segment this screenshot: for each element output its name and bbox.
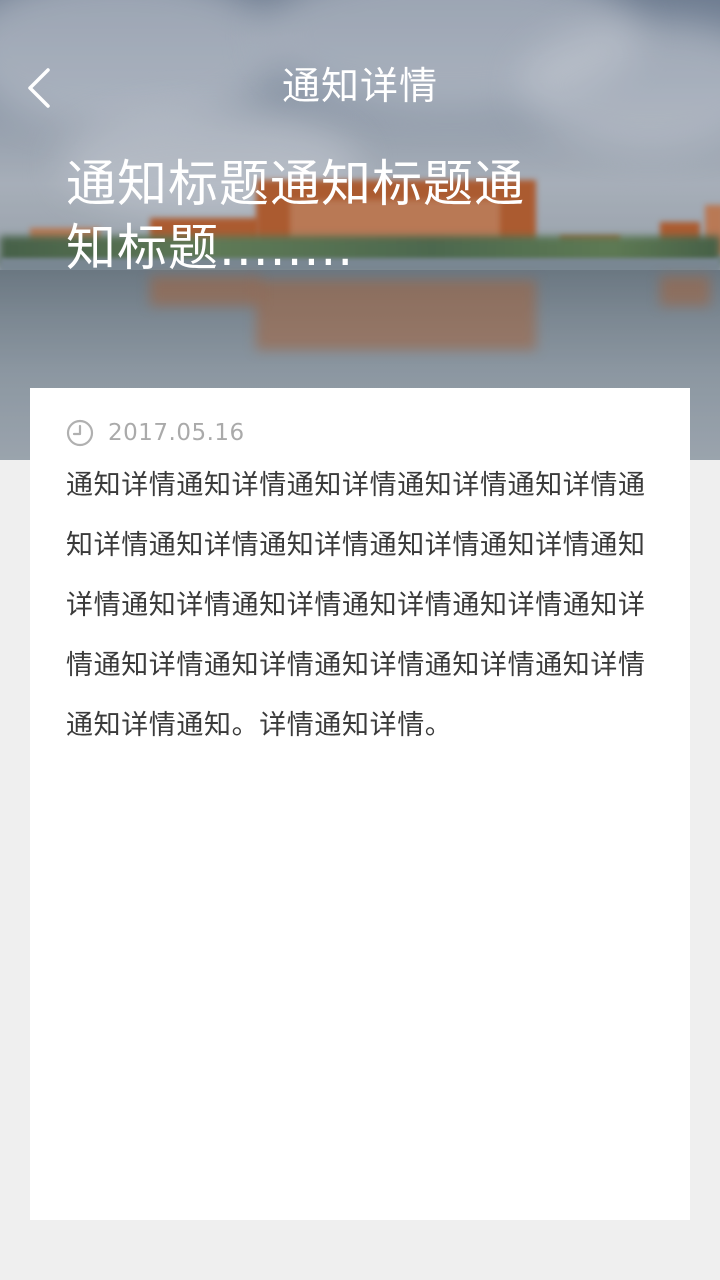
date-row: 2017.05.16	[66, 418, 245, 448]
notice-card: 2017.05.16 通知详情通知详情通知详情通知详情通知详情通知详情通知详情通…	[30, 388, 690, 1220]
clock-icon	[66, 419, 94, 447]
page-title: 通知详情	[281, 64, 438, 108]
notice-content: 通知详情通知详情通知详情通知详情通知详情通知详情通知详情通知详情通知详情通知详情…	[66, 470, 646, 741]
notice-date: 2017.05.16	[108, 420, 245, 446]
notice-title: 通知标题通知标题通知标题........	[66, 155, 525, 277]
top-navigation-bar: 通知详情	[0, 52, 720, 122]
